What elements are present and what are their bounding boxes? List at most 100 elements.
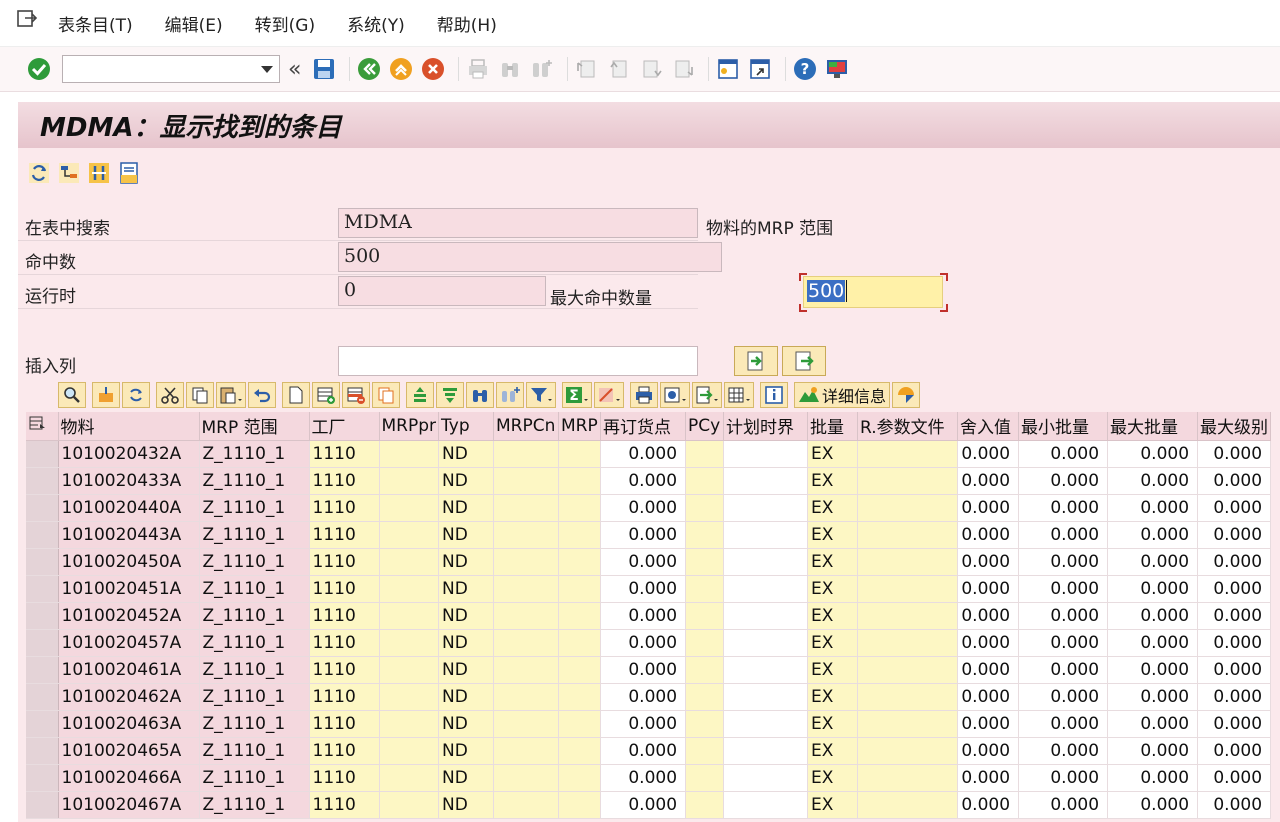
row-selector[interactable] <box>26 575 59 603</box>
cell-typ[interactable]: ND <box>438 737 495 765</box>
table-row[interactable]: 1010020451A Z_1110_1 1110 ND 0.000 EX 0.000 0.0… <box>26 575 1272 603</box>
cell-empty[interactable] <box>493 467 560 495</box>
cell-reorder[interactable]: 0.000 <box>600 764 687 792</box>
column-header[interactable]: 最大批量 <box>1107 412 1199 441</box>
cell-material[interactable]: 1010020452A <box>58 602 200 630</box>
cell-empty[interactable] <box>379 791 440 819</box>
insert-row-button[interactable] <box>312 382 340 408</box>
cell-max-lot[interactable]: 0.000 <box>1107 467 1199 495</box>
cell-min-lot[interactable]: 0.000 <box>1018 440 1109 468</box>
column-header[interactable]: MRPpr <box>379 412 440 441</box>
cell-lot[interactable]: EX <box>807 548 859 576</box>
print-preview-button[interactable] <box>630 382 658 408</box>
cell-empty[interactable] <box>379 764 440 792</box>
cell-mrp-area[interactable]: Z_1110_1 <box>199 629 310 657</box>
refresh-button[interactable] <box>26 160 52 186</box>
row-selector[interactable] <box>26 764 59 792</box>
cell-plant[interactable]: 1110 <box>309 575 380 603</box>
cell-max-level[interactable]: 0.000 <box>1197 494 1272 522</box>
row-selector[interactable] <box>26 737 59 765</box>
cell-empty[interactable] <box>685 764 725 792</box>
information-button[interactable] <box>760 382 788 408</box>
cell-empty[interactable] <box>857 737 959 765</box>
search-table-field[interactable]: MDMA <box>338 208 698 238</box>
cell-reorder[interactable]: 0.000 <box>600 494 687 522</box>
cell-empty[interactable] <box>685 683 725 711</box>
detail-info-button[interactable]: 详细信息 <box>794 382 891 408</box>
cell-rounding[interactable]: 0.000 <box>957 656 1020 684</box>
cell-max-level[interactable]: 0.000 <box>1197 737 1272 765</box>
cell-min-lot[interactable]: 0.000 <box>1018 710 1109 738</box>
cell-min-lot[interactable]: 0.000 <box>1018 764 1109 792</box>
cancel-button[interactable] <box>420 56 446 82</box>
cell-material[interactable]: 1010020440A <box>58 494 200 522</box>
cell-min-lot[interactable]: 0.000 <box>1018 629 1109 657</box>
row-selector[interactable] <box>26 629 59 657</box>
row-selector[interactable] <box>26 602 59 630</box>
cell-plant[interactable]: 1110 <box>309 494 380 522</box>
customize-layout-button[interactable] <box>824 56 850 82</box>
cell-lot[interactable]: EX <box>807 683 859 711</box>
save-button[interactable] <box>311 56 337 82</box>
cell-empty[interactable] <box>493 791 560 819</box>
cell-typ[interactable]: ND <box>438 521 495 549</box>
cell-max-level[interactable]: 0.000 <box>1197 602 1272 630</box>
cell-reorder[interactable]: 0.000 <box>600 791 687 819</box>
cell-min-lot[interactable]: 0.000 <box>1018 683 1109 711</box>
cell-empty[interactable] <box>379 629 440 657</box>
column-header[interactable]: 舍入值 <box>957 412 1020 441</box>
cell-empty[interactable] <box>857 548 959 576</box>
cell-empty[interactable] <box>857 764 959 792</box>
cell-empty[interactable] <box>857 602 959 630</box>
cell-plant[interactable]: 1110 <box>309 629 380 657</box>
find-button[interactable] <box>466 382 494 408</box>
sort-ascending-button[interactable] <box>406 382 434 408</box>
cell-empty[interactable] <box>493 494 560 522</box>
cell-empty[interactable] <box>379 548 440 576</box>
column-header[interactable]: MRP <box>558 412 602 441</box>
cell-reorder[interactable]: 0.000 <box>600 683 687 711</box>
menu-exit-icon[interactable] <box>16 8 38 30</box>
cell-max-lot[interactable]: 0.000 <box>1107 629 1199 657</box>
cell-rounding[interactable]: 0.000 <box>957 521 1020 549</box>
cell-empty[interactable] <box>685 710 725 738</box>
cell-reorder[interactable]: 0.000 <box>600 656 687 684</box>
cell-typ[interactable]: ND <box>438 494 495 522</box>
cell-max-lot[interactable]: 0.000 <box>1107 440 1199 468</box>
cell-empty[interactable] <box>558 683 602 711</box>
cell-max-lot[interactable]: 0.000 <box>1107 548 1199 576</box>
cell-mrp-area[interactable]: Z_1110_1 <box>199 764 310 792</box>
cell-reorder[interactable]: 0.000 <box>600 737 687 765</box>
cell-empty[interactable] <box>723 710 809 738</box>
cell-empty[interactable] <box>493 521 560 549</box>
paste-button[interactable] <box>216 382 246 408</box>
cell-lot[interactable]: EX <box>807 629 859 657</box>
menu-system[interactable]: 系统(Y) <box>347 11 405 36</box>
cell-empty[interactable] <box>723 494 809 522</box>
help-button[interactable]: ? <box>792 56 818 82</box>
cell-empty[interactable] <box>857 521 959 549</box>
row-selector[interactable] <box>26 494 59 522</box>
cell-empty[interactable] <box>493 710 560 738</box>
cell-material[interactable]: 1010020433A <box>58 467 200 495</box>
cell-empty[interactable] <box>857 656 959 684</box>
cell-max-lot[interactable]: 0.000 <box>1107 710 1199 738</box>
cell-mrp-area[interactable]: Z_1110_1 <box>199 548 310 576</box>
cell-material[interactable]: 1010020457A <box>58 629 200 657</box>
cell-material[interactable]: 1010020461A <box>58 656 200 684</box>
cell-min-lot[interactable]: 0.000 <box>1018 494 1109 522</box>
cell-empty[interactable] <box>685 602 725 630</box>
max-hits-field[interactable]: 500 <box>803 276 943 308</box>
cell-empty[interactable] <box>558 629 602 657</box>
cell-empty[interactable] <box>723 548 809 576</box>
cell-lot[interactable]: EX <box>807 737 859 765</box>
layout-button[interactable] <box>724 382 754 408</box>
cell-empty[interactable] <box>723 656 809 684</box>
cell-lot[interactable]: EX <box>807 521 859 549</box>
cell-empty[interactable] <box>723 575 809 603</box>
cell-material[interactable]: 1010020432A <box>58 440 200 468</box>
cell-reorder[interactable]: 0.000 <box>600 602 687 630</box>
cell-empty[interactable] <box>558 548 602 576</box>
cell-min-lot[interactable]: 0.000 <box>1018 548 1109 576</box>
cell-empty[interactable] <box>685 791 725 819</box>
